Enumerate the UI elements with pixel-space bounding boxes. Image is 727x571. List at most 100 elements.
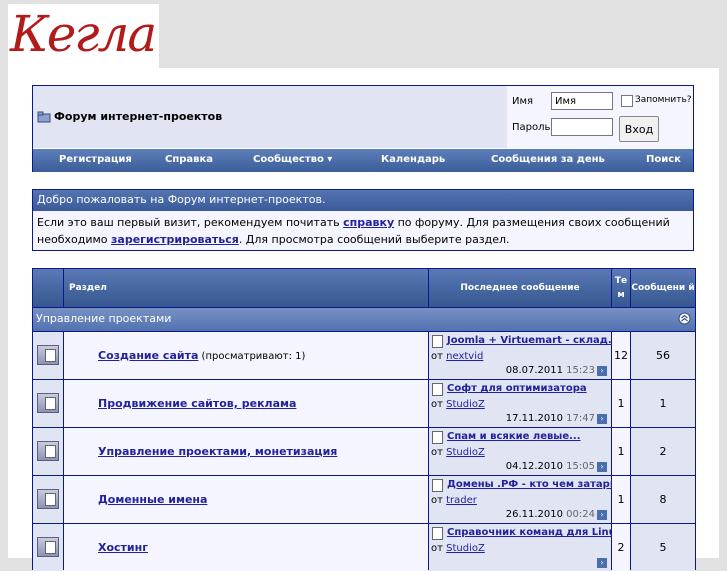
menu-calendar[interactable]: Календарь	[381, 154, 445, 165]
last-post-author-wrap: от StudioZ	[431, 399, 485, 410]
site-logo[interactable]: Кегла	[8, 4, 159, 68]
menu-search[interactable]: Поиск	[646, 154, 681, 165]
forum-title-text: Форум интернет-проектов	[54, 110, 223, 123]
by-prefix: от	[431, 447, 443, 458]
last-post-link[interactable]: Joomla + Virtuemart - склад...	[447, 335, 619, 346]
password-input[interactable]	[551, 118, 613, 136]
forum-status-icon	[37, 345, 59, 365]
last-post-author[interactable]: StudioZ	[446, 399, 485, 410]
last-post-day: 08.07.2011	[505, 365, 563, 376]
last-post-author[interactable]: trader	[446, 495, 477, 506]
forum-row: Создание сайта (просматривают: 1) Joomla…	[33, 332, 695, 379]
forum-viewing: (просматривают: 1)	[198, 351, 306, 362]
forum-name-cell: Продвижение сайтов, реклама	[64, 380, 428, 427]
last-post-cell: Софт для оптимизатора от StudioZ 17.11.2…	[429, 380, 611, 427]
register-link[interactable]: зарегистрироваться	[111, 233, 239, 246]
forum-status-icon	[37, 393, 59, 413]
post-count: 5	[659, 541, 667, 554]
go-to-last-post-icon[interactable]: ›	[597, 414, 607, 424]
forum-table: Раздел Последнее сообщение Те м Сообщени…	[32, 268, 696, 571]
header-posts: Сообщени й	[631, 269, 695, 307]
category-title[interactable]: Управление проектами	[36, 312, 171, 325]
forum-link[interactable]: Продвижение сайтов, реклама	[98, 397, 296, 410]
help-link[interactable]: справку	[343, 216, 394, 229]
welcome-text-4: . Для просмотра сообщений выберите разде…	[238, 233, 510, 246]
forum-name-cell: Доменные имена	[64, 476, 428, 523]
threads-cell: 1	[612, 428, 630, 475]
remember-checkbox[interactable]	[621, 95, 633, 107]
forum-name-cell: Управление проектами, монетизация	[64, 428, 428, 475]
last-post-cell: Joomla + Virtuemart - склад... от nextvi…	[429, 332, 619, 379]
go-to-last-post-icon[interactable]: ›	[597, 558, 607, 568]
last-post-date: 08.07.2011 15:23	[506, 365, 595, 376]
menu-register[interactable]: Регистрация	[59, 154, 132, 165]
page-body: Форум интернет-проектов Имя Запомнить? П…	[8, 68, 719, 571]
last-post-cell: Домены .РФ - кто чем затарился от trader…	[429, 476, 637, 523]
last-post-time: 15:05	[566, 461, 595, 472]
menu-community[interactable]: Сообщество ▾	[253, 154, 332, 165]
last-post-author-wrap: от StudioZ	[431, 447, 485, 458]
forum-name-wrap: Продвижение сайтов, реклама	[98, 397, 296, 410]
forum-row: Доменные имена Домены .РФ - кто чем зата…	[33, 476, 695, 523]
threads-cell: 2	[612, 524, 630, 571]
forum-name-wrap: Создание сайта (просматривают: 1)	[98, 349, 305, 362]
menu-help[interactable]: Справка	[165, 154, 213, 165]
thread-count: 12	[614, 349, 628, 362]
thread-count: 2	[617, 541, 625, 554]
go-to-last-post-icon[interactable]: ›	[597, 510, 607, 520]
forum-icon-cell	[33, 380, 63, 427]
last-post-date: 26.11.2010 00:24	[506, 509, 595, 520]
logo-text: Кегла	[10, 5, 157, 63]
last-post-author-wrap: от trader	[431, 495, 477, 506]
post-icon	[432, 527, 443, 540]
menu-todays-posts[interactable]: Сообщения за день	[491, 154, 605, 165]
last-post-day: 17.11.2010	[505, 413, 563, 424]
posts-cell: 2	[631, 428, 695, 475]
forum-link[interactable]: Создание сайта	[98, 349, 198, 362]
welcome-text: Если это ваш первый визит, рекомендуем п…	[33, 211, 693, 251]
last-post-cell: Справочник команд для Linux... от Studio…	[429, 524, 634, 571]
forum-link[interactable]: Доменные имена	[98, 493, 207, 506]
forum-status-icon	[37, 489, 59, 509]
last-post-link[interactable]: Домены .РФ - кто чем затарился	[447, 479, 637, 490]
forum-row: Хостинг Справочник команд для Linux... о…	[33, 524, 695, 571]
last-post-day: 04.12.2010	[505, 461, 563, 472]
forum-title[interactable]: Форум интернет-проектов	[37, 110, 222, 123]
header-icon-col	[33, 269, 63, 307]
forum-status-icon	[37, 441, 59, 461]
category-header: Управление проектами	[33, 308, 695, 331]
last-post-cell: Спам и всякие левые... от StudioZ 04.12.…	[429, 428, 611, 475]
posts-cell: 56	[631, 332, 695, 379]
threads-cell: 12	[612, 332, 630, 379]
header-threads: Те м	[612, 269, 630, 307]
posts-cell: 1	[631, 380, 695, 427]
navbar-menu: Регистрация Справка Сообщество ▾ Календа…	[33, 148, 693, 172]
forum-link[interactable]: Хостинг	[98, 541, 148, 554]
forum-name-cell: Хостинг	[64, 524, 428, 571]
by-prefix: от	[431, 399, 443, 410]
last-post-author[interactable]: nextvid	[446, 351, 483, 362]
go-to-last-post-icon[interactable]: ›	[597, 462, 607, 472]
forum-link[interactable]: Управление проектами, монетизация	[98, 445, 337, 458]
collapse-icon[interactable]	[678, 312, 691, 325]
go-to-last-post-icon[interactable]: ›	[597, 366, 607, 376]
post-icon	[432, 335, 443, 348]
username-label: Имя	[512, 96, 534, 107]
last-post-link[interactable]: Спам и всякие левые...	[447, 431, 581, 442]
forum-row: Управление проектами, монетизация Спам и…	[33, 428, 695, 475]
last-post-time: 00:24	[566, 509, 595, 520]
last-post-author[interactable]: StudioZ	[446, 447, 485, 458]
login-button[interactable]: Вход	[619, 116, 659, 142]
post-count: 56	[656, 349, 670, 362]
posts-cell: 5	[631, 524, 695, 571]
username-input[interactable]	[551, 92, 613, 110]
thread-count: 1	[617, 493, 625, 506]
last-post-link[interactable]: Софт для оптимизатора	[447, 383, 587, 394]
forum-icon-cell	[33, 428, 63, 475]
thread-count: 1	[617, 445, 625, 458]
forum-icon-cell	[33, 332, 63, 379]
last-post-link[interactable]: Справочник команд для Linux...	[447, 527, 634, 538]
forum-icon-cell	[33, 524, 63, 571]
last-post-date: 04.12.2010 15:05	[506, 461, 595, 472]
posts-cell: 8	[631, 476, 695, 523]
